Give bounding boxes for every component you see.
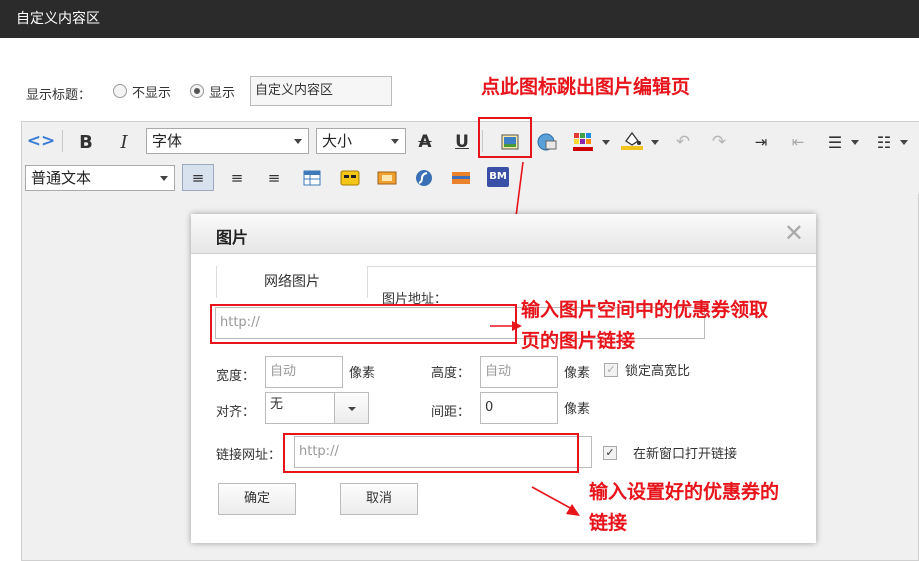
font-family-value: 字体: [152, 132, 183, 150]
new-window-checkbox[interactable]: ✓: [603, 446, 617, 460]
radio-hide[interactable]: [113, 84, 127, 98]
insert-template-icon[interactable]: [448, 166, 474, 190]
height-input[interactable]: 自动: [480, 356, 558, 388]
spacing-input[interactable]: 0: [480, 392, 558, 424]
text-color-icon[interactable]: [570, 130, 596, 154]
chevron-down-icon: [160, 176, 168, 181]
align-label: 对齐：: [216, 405, 256, 420]
insert-media-icon[interactable]: [374, 166, 400, 190]
chevron-down-icon[interactable]: [602, 140, 610, 145]
width-unit: 像素: [349, 366, 376, 381]
align-select[interactable]: 无: [265, 392, 335, 424]
width-label: 宽度：: [216, 369, 256, 384]
insert-table-icon[interactable]: [299, 166, 325, 190]
show-title-label: 显示标题：: [26, 88, 92, 103]
insert-flash-icon[interactable]: [534, 130, 560, 154]
cancel-button[interactable]: 取消: [340, 483, 418, 515]
title-text-input[interactable]: 自定义内容区: [250, 76, 392, 106]
chevron-down-icon[interactable]: [651, 140, 659, 145]
tab-web-image[interactable]: 网络图片: [216, 266, 368, 298]
note-link-url-line2: 链接: [589, 512, 628, 534]
width-input[interactable]: 自动: [265, 356, 343, 388]
numbered-list-icon[interactable]: ☷: [871, 130, 897, 154]
paragraph-format-select[interactable]: 普通文本: [25, 165, 175, 191]
dialog-header: 图片 ✕: [191, 214, 816, 254]
source-code-icon[interactable]: <>: [27, 129, 56, 153]
lock-ratio-label: 锁定高宽比: [625, 364, 691, 379]
image-icon-highlight: [478, 117, 532, 158]
align-right-icon[interactable]: ≡: [261, 166, 287, 190]
chevron-down-icon[interactable]: [900, 140, 908, 145]
note-image-url-line1: 输入图片空间中的优惠券领取: [521, 299, 769, 321]
lock-ratio-checkbox[interactable]: ✓: [604, 363, 618, 377]
chevron-down-icon[interactable]: [335, 392, 369, 424]
indent-icon[interactable]: ⇥: [748, 130, 774, 154]
radio-show-label[interactable]: 显示: [209, 82, 235, 101]
note-image-url-line2: 页的图片链接: [521, 330, 636, 352]
new-window-label: 在新窗口打开链接: [633, 447, 738, 462]
font-size-select[interactable]: 大小: [316, 128, 406, 154]
show-title-row: 显示标题： 不显示 显示 自定义内容区: [0, 72, 919, 112]
chevron-down-icon: [391, 139, 399, 144]
arrow-to-image-url: [490, 321, 522, 331]
height-unit: 像素: [564, 366, 591, 381]
strikethrough-button[interactable]: A: [412, 130, 438, 154]
insert-flash-movie-icon[interactable]: [411, 166, 437, 190]
underline-button[interactable]: U: [449, 130, 475, 154]
note-link-url-line1: 输入设置好的优惠券的: [589, 481, 780, 503]
bold-button[interactable]: B: [73, 130, 99, 154]
spacing-label: 间距：: [431, 405, 471, 420]
redo-icon[interactable]: ↷: [706, 130, 732, 154]
outdent-icon[interactable]: ⇤: [785, 130, 811, 154]
window-title: 自定义内容区: [0, 0, 919, 38]
emoticon-icon[interactable]: [337, 166, 363, 190]
note-image-icon: 点此图标跳出图片编辑页: [481, 76, 691, 98]
spacing-unit: 像素: [564, 402, 591, 417]
height-label: 高度：: [431, 366, 471, 381]
font-size-value: 大小: [322, 132, 353, 150]
paragraph-format-value: 普通文本: [31, 169, 92, 187]
undo-icon[interactable]: ↶: [670, 130, 696, 154]
image-url-highlight: [210, 304, 517, 344]
chevron-down-icon: [294, 139, 302, 144]
arrow-to-link-url: [531, 486, 580, 516]
align-center-icon[interactable]: ≡: [224, 166, 250, 190]
chevron-down-icon[interactable]: [851, 140, 859, 145]
toolbar-divider: [62, 130, 63, 152]
ok-button[interactable]: 确定: [218, 483, 296, 515]
font-family-select[interactable]: 字体: [146, 128, 309, 154]
editor-toolbar: <> B I 字体 大小 A U ↶ ↷ ⇥ ⇤ ☰ ☷ 普通文本 ≡ ≡ ≡ …: [22, 122, 919, 194]
italic-button[interactable]: I: [111, 130, 137, 154]
bullet-list-icon[interactable]: ☰: [822, 130, 848, 154]
background-color-icon[interactable]: [619, 128, 645, 152]
radio-show[interactable]: [190, 84, 204, 98]
link-url-highlight: [283, 433, 579, 473]
align-left-icon[interactable]: ≡: [185, 166, 211, 190]
link-url-label: 链接网址：: [216, 448, 282, 463]
radio-hide-label[interactable]: 不显示: [132, 82, 171, 101]
dialog-title: 图片: [216, 228, 249, 247]
close-icon[interactable]: ✕: [784, 220, 804, 246]
